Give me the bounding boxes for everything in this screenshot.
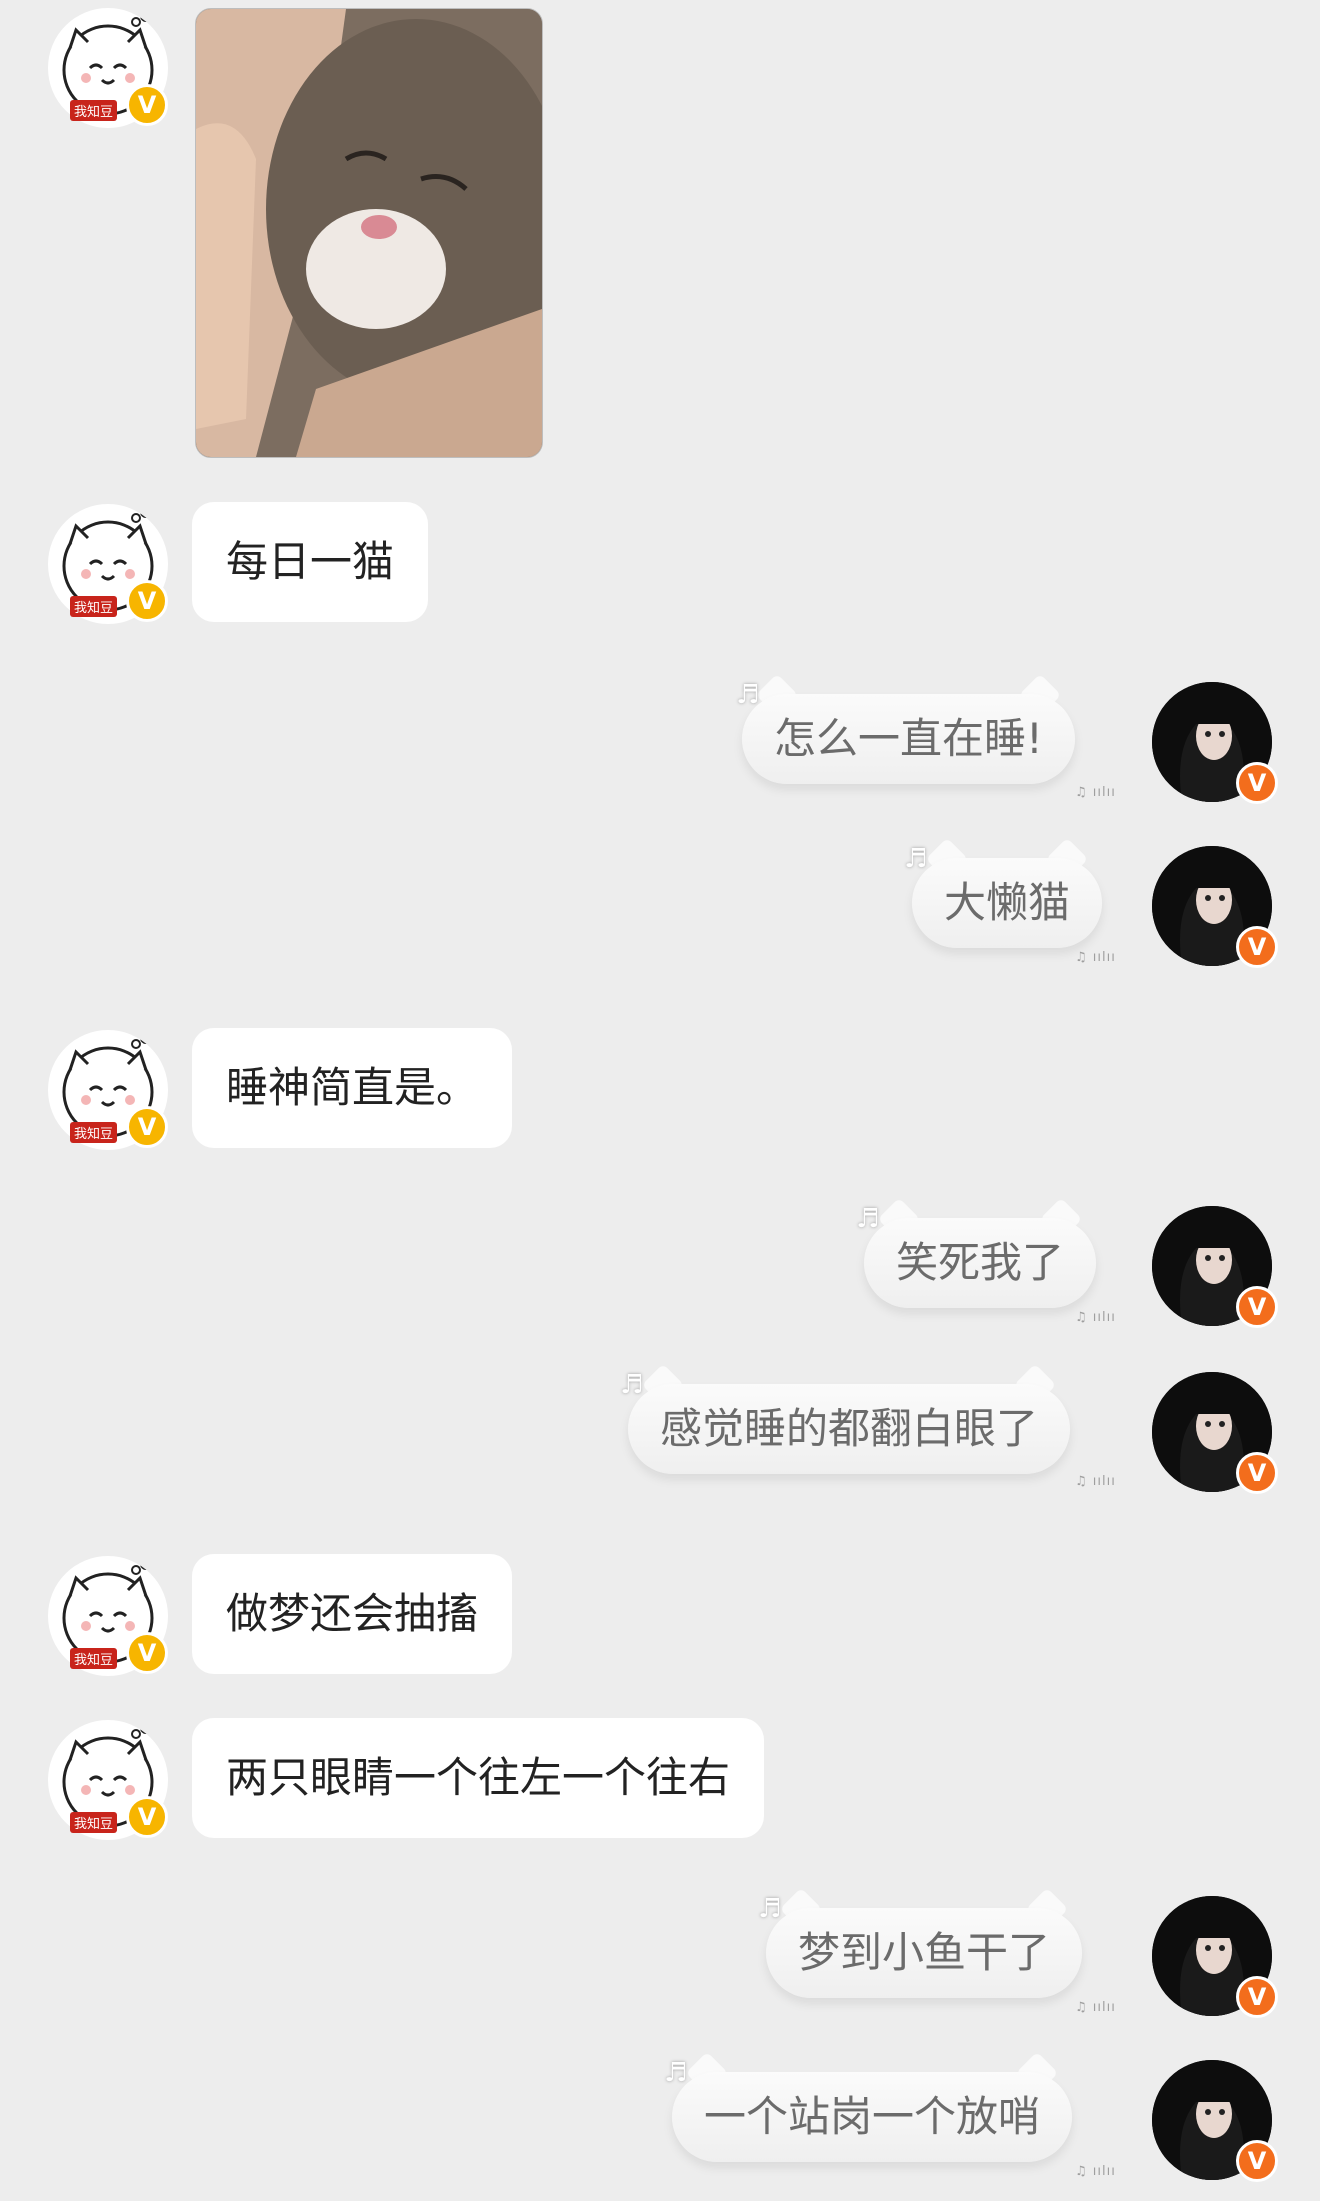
audio-indicator-icon: ♫ ıılıı	[1075, 1474, 1116, 1489]
verified-badge-icon: V	[1236, 762, 1278, 804]
audio-indicator-icon: ♫ ıılıı	[1075, 2164, 1116, 2179]
audio-indicator-icon: ♫ ıılıı	[1075, 2000, 1116, 2015]
message-bubble[interactable]: 感觉睡的都翻白眼了	[628, 1384, 1071, 1474]
chat-thread: 我知豆 V 我知豆 V 每日一猫 ♬ 怎么一直在睡! ♫ ıılıı V ♬ 大…	[0, 0, 1320, 2201]
sleeping-kitten-photo	[196, 9, 542, 457]
message-bubble[interactable]: 梦到小鱼干了	[766, 1908, 1083, 1998]
user-tag-label: 我知豆	[70, 100, 118, 121]
message-bubble[interactable]: 怎么一直在睡!	[742, 694, 1075, 784]
verified-badge-icon: V	[126, 84, 168, 126]
avatar[interactable]: 我知豆 V	[48, 8, 168, 128]
avatar[interactable]: 我知豆 V	[48, 1720, 168, 1840]
avatar[interactable]: 我知豆 V	[48, 504, 168, 624]
verified-badge-icon: V	[126, 580, 168, 622]
avatar[interactable]: 我知豆 V	[48, 1030, 168, 1150]
message-bubble[interactable]: 做梦还会抽搐	[192, 1554, 513, 1674]
verified-badge-icon: V	[126, 1632, 168, 1674]
avatar[interactable]: V	[1152, 682, 1278, 804]
audio-indicator-icon: ♫ ıılıı	[1075, 785, 1116, 800]
avatar[interactable]: V	[1152, 1206, 1278, 1328]
verified-badge-icon: V	[1236, 1452, 1278, 1494]
avatar[interactable]: V	[1152, 2060, 1278, 2182]
verified-badge-icon: V	[126, 1106, 168, 1148]
user-tag-label: 我知豆	[70, 596, 118, 617]
user-tag-label: 我知豆	[70, 1122, 118, 1143]
audio-indicator-icon: ♫ ıılıı	[1075, 950, 1116, 965]
music-note-icon: ♬	[758, 1894, 782, 1924]
music-note-icon: ♬	[856, 1204, 880, 1234]
message-bubble[interactable]: 两只眼睛一个往左一个往右	[192, 1718, 765, 1838]
verified-badge-icon: V	[126, 1796, 168, 1838]
message-bubble[interactable]: 笑死我了	[864, 1218, 1097, 1308]
verified-badge-icon: V	[1236, 926, 1278, 968]
music-note-icon: ♬	[620, 1370, 644, 1400]
music-note-icon: ♬	[904, 844, 928, 874]
avatar[interactable]: 我知豆 V	[48, 1556, 168, 1676]
message-bubble[interactable]: 每日一猫	[192, 502, 429, 622]
message-bubble[interactable]: 一个站岗一个放哨	[672, 2072, 1073, 2162]
music-note-icon: ♬	[664, 2058, 688, 2088]
avatar[interactable]: V	[1152, 1896, 1278, 2018]
user-tag-label: 我知豆	[70, 1812, 118, 1833]
verified-badge-icon: V	[1236, 1286, 1278, 1328]
avatar[interactable]: V	[1152, 846, 1278, 968]
message-bubble[interactable]: 大懒猫	[912, 858, 1103, 948]
avatar[interactable]: V	[1152, 1372, 1278, 1494]
audio-indicator-icon: ♫ ıılıı	[1075, 1310, 1116, 1325]
user-tag-label: 我知豆	[70, 1648, 118, 1669]
image-message[interactable]	[195, 8, 543, 458]
verified-badge-icon: V	[1236, 2140, 1278, 2182]
message-bubble[interactable]: 睡神简直是。	[192, 1028, 513, 1148]
verified-badge-icon: V	[1236, 1976, 1278, 2018]
